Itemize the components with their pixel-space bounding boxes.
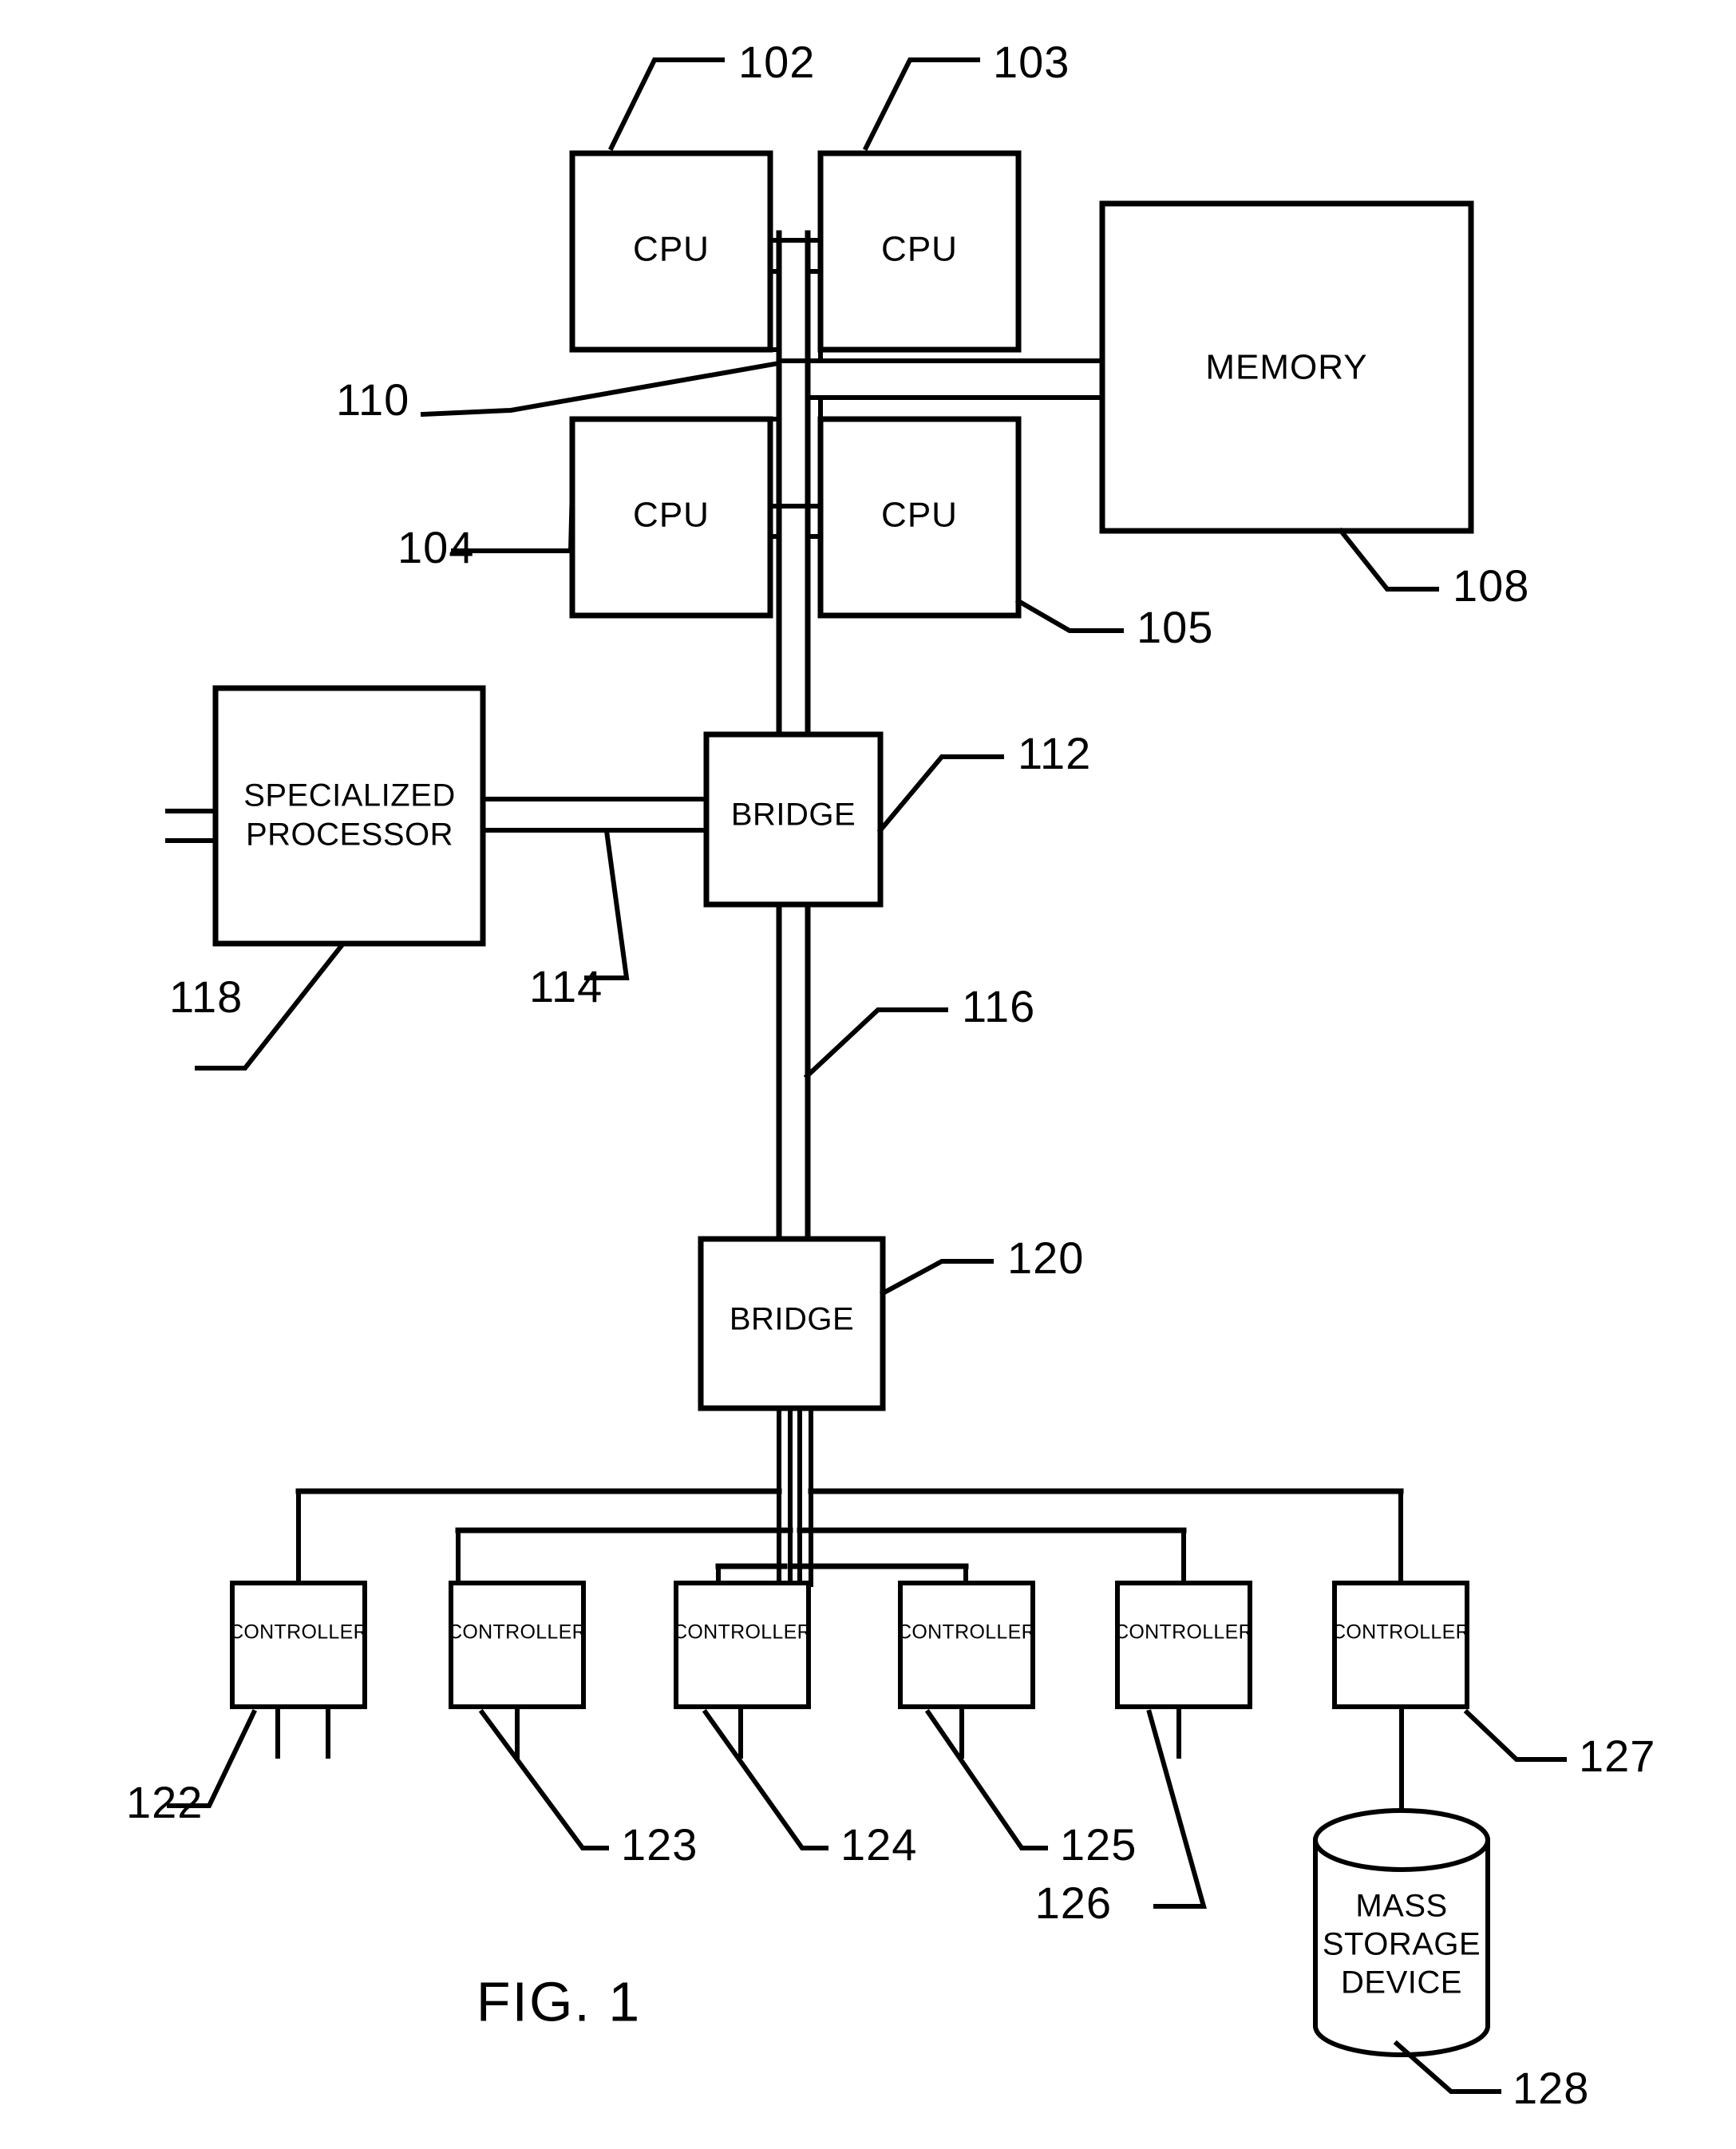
ref-num-108: 108 [1453, 560, 1529, 611]
ref-num-125: 125 [1060, 1819, 1137, 1870]
bridge-120-label: BRIDGE [730, 1302, 854, 1337]
ref-num-122: 122 [126, 1777, 203, 1827]
ref-num-123: 123 [621, 1819, 698, 1870]
cpu-104-label: CPU [633, 496, 710, 535]
block-controller-126: CONTROLLER [1114, 1581, 1253, 1709]
block-bridge-120: BRIDGE [698, 1236, 886, 1411]
bridge-buses [777, 902, 948, 1241]
ref-num-118: 118 [169, 972, 243, 1022]
ref-num-102: 102 [738, 37, 815, 87]
mass-storage-label-line2: STORAGE [1323, 1927, 1481, 1962]
controller-122-box [230, 1581, 367, 1709]
ref-num-127: 127 [1579, 1731, 1655, 1781]
ref-num-104: 104 [397, 522, 474, 572]
bridge-112-label: BRIDGE [731, 797, 856, 833]
io-bus-fanout [295, 1406, 1404, 1587]
block-cpu-103: CPU [817, 150, 1022, 353]
controller-125-box [898, 1581, 1035, 1709]
block-controller-122: CONTROLLER [229, 1581, 368, 1709]
ref-num-126: 126 [1035, 1878, 1112, 1928]
mass-storage-top-ellipse [1313, 1808, 1490, 1872]
ref-num-124: 124 [840, 1819, 917, 1870]
controller-125-label: CONTROLLER [897, 1621, 1036, 1644]
controller-127-box [1332, 1581, 1469, 1709]
controller-122-label: CONTROLLER [229, 1621, 368, 1644]
controller-device-stubs [275, 1704, 1404, 1842]
cpu-102-label: CPU [633, 230, 710, 269]
block-cpu-104: CPU [569, 416, 773, 619]
block-controller-125: CONTROLLER [897, 1581, 1036, 1709]
controller-126-label: CONTROLLER [1114, 1621, 1253, 1644]
mass-storage-label-line3: DEVICE [1341, 1965, 1462, 2001]
block-mass-storage-device-128: MASS STORAGE DEVICE [1313, 1808, 1490, 2057]
controller-126-box [1115, 1581, 1252, 1709]
ref-num-105: 105 [1137, 602, 1213, 652]
cpu-103-label: CPU [881, 230, 958, 269]
ref-num-114: 114 [529, 961, 603, 1011]
diagram-canvas: CPU CPU CPU CPU MEMORY SPECIALIZED PROCE… [126, 37, 1655, 2113]
controller-124-label: CONTROLLER [673, 1621, 812, 1644]
block-memory-108: MEMORY [1099, 200, 1474, 534]
specialized-processor-box [212, 685, 486, 947]
ref-num-112: 112 [1018, 728, 1091, 778]
patent-figure: CPU CPU CPU CPU MEMORY SPECIALIZED PROCE… [0, 0, 1736, 2149]
specialized-processor-label-line2: PROCESSOR [246, 817, 453, 853]
ref-num-128: 128 [1513, 2063, 1589, 2113]
ref-num-110: 110 [336, 374, 409, 425]
block-controller-127: CONTROLLER [1331, 1581, 1470, 1709]
block-cpu-105: CPU [817, 416, 1022, 619]
ref-num-116: 116 [962, 981, 1035, 1031]
controller-127-label: CONTROLLER [1331, 1621, 1470, 1644]
controller-123-box [449, 1581, 586, 1709]
ref-num-103: 103 [993, 37, 1070, 87]
figure-title: FIG. 1 [477, 1970, 641, 2032]
block-bridge-112: BRIDGE [703, 731, 884, 908]
block-cpu-102: CPU [569, 150, 773, 353]
block-controller-124: CONTROLLER [673, 1581, 812, 1709]
controller-124-box [674, 1581, 811, 1709]
mass-storage-label-line1: MASS [1355, 1889, 1447, 1924]
ref-num-120: 120 [1007, 1233, 1084, 1283]
cpu-105-label: CPU [881, 496, 958, 535]
specialized-processor-label-line1: SPECIALIZED [243, 778, 456, 813]
block-controller-123: CONTROLLER [448, 1581, 587, 1709]
block-specialized-processor-118: SPECIALIZED PROCESSOR [212, 685, 486, 947]
controller-123-label: CONTROLLER [448, 1621, 587, 1644]
memory-108-label: MEMORY [1205, 348, 1367, 387]
